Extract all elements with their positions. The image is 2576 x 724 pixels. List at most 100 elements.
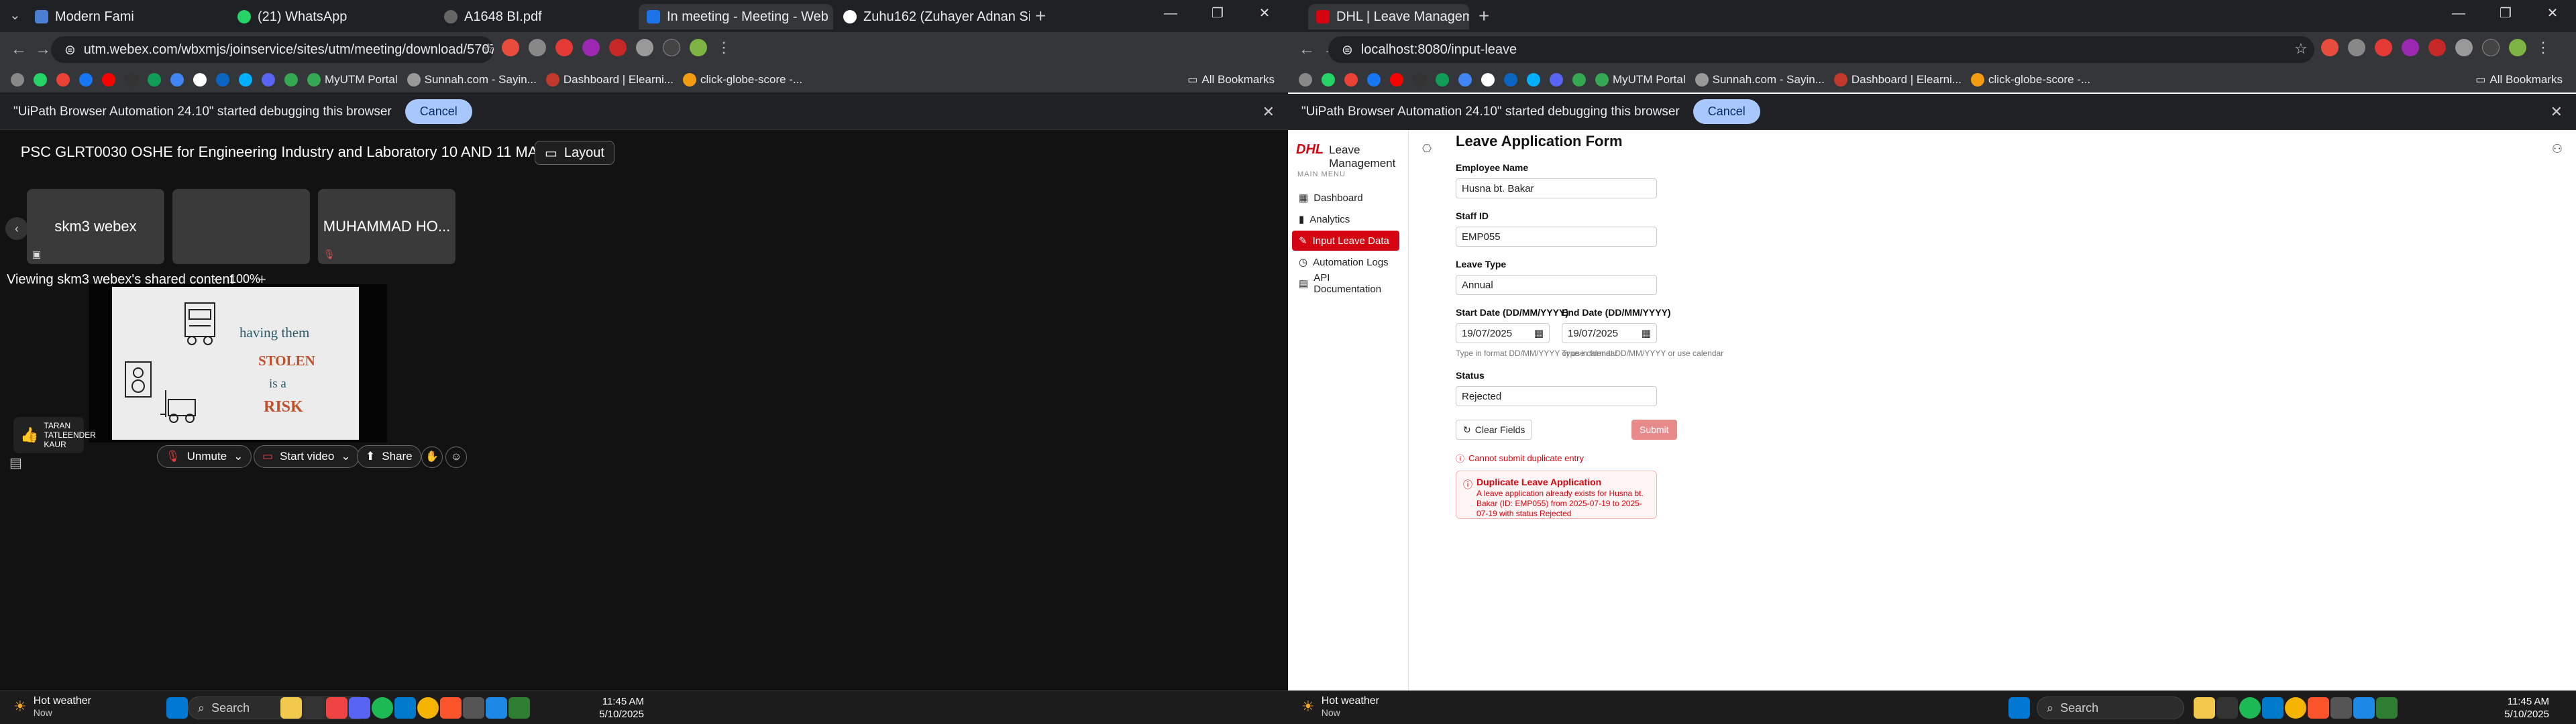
cancel-debug-button[interactable]: Cancel [405, 99, 472, 124]
forward-icon[interactable]: → [35, 40, 51, 59]
messenger-icon[interactable] [1527, 73, 1540, 86]
discord-icon[interactable] [262, 73, 275, 86]
tab-whatsapp[interactable]: (21) WhatsApp [229, 4, 431, 29]
calendar-icon[interactable]: ▦ [1534, 327, 1544, 339]
menu-icon[interactable]: ⋮ [716, 39, 731, 56]
app-icon[interactable] [463, 697, 484, 719]
bookmark-icon[interactable] [125, 73, 138, 86]
app-icon[interactable] [508, 697, 530, 719]
tab-dhl-leave[interactable]: DHL | Leave Management Syst✕ [1308, 4, 1469, 29]
bookmark-icon[interactable] [1436, 73, 1449, 86]
windows-start-icon[interactable] [166, 697, 188, 719]
site-info-icon[interactable]: ⊜ [1342, 42, 1353, 58]
bookmark-sunnah[interactable]: Sunnah.com - Sayin... [407, 73, 537, 86]
prev-tiles-button[interactable]: ‹ [5, 217, 28, 240]
leave-type-select[interactable]: Annual [1456, 275, 1657, 295]
extension-icon[interactable] [529, 39, 546, 56]
linkedin-icon[interactable] [1504, 73, 1517, 86]
spotify-icon[interactable] [2239, 697, 2261, 719]
messenger-icon[interactable] [239, 73, 252, 86]
uipath-icon[interactable] [486, 697, 507, 719]
youtube-icon[interactable] [102, 73, 115, 86]
github-icon[interactable] [193, 73, 207, 86]
bookmark-click-globe[interactable]: click-globe-score -... [1971, 73, 2090, 86]
back-icon[interactable]: ← [11, 40, 27, 59]
tab-webex-meeting[interactable]: In meeting - Meeting - Web◉✕ [639, 4, 833, 29]
back-icon[interactable]: ← [1299, 40, 1315, 59]
start-video-button[interactable]: ▭ Start video ⌄ [254, 445, 360, 468]
github-icon[interactable] [1481, 73, 1495, 86]
all-bookmarks[interactable]: ▭ All Bookmarks [1187, 73, 1275, 86]
bookmark-elearning[interactable]: Dashboard | Elearni... [545, 73, 674, 86]
window-close-button[interactable]: ✕ [2529, 0, 2576, 27]
bookmark-click-globe[interactable]: click-globe-score -... [683, 73, 802, 86]
share-button[interactable]: ⬆ Share [357, 445, 421, 468]
participant-tile[interactable] [172, 189, 310, 264]
whatsapp-icon[interactable] [34, 73, 47, 86]
github-icon[interactable]: ⎔ [1422, 142, 1432, 156]
extension-icon[interactable] [2428, 39, 2446, 56]
profile-avatar[interactable] [2509, 39, 2526, 56]
taskbar-clock[interactable]: 11:45 AM 5/10/2025 [2504, 695, 2549, 721]
menu-icon[interactable]: ⋮ [2536, 39, 2551, 56]
extension-icon[interactable] [2402, 39, 2419, 56]
unmute-button[interactable]: 🎙 Unmute ⌄ [157, 445, 252, 468]
vscode-icon[interactable] [2262, 697, 2284, 719]
close-icon[interactable]: ✕ [2551, 103, 2563, 121]
minimize-button[interactable]: — [1147, 0, 1194, 27]
staff-id-field[interactable]: EMP055 [1456, 227, 1657, 247]
maximize-button[interactable]: ❐ [2482, 0, 2529, 27]
extension-icon[interactable] [609, 39, 627, 56]
close-icon[interactable]: ✕ [1263, 103, 1275, 121]
app-icon[interactable] [2376, 697, 2398, 719]
uipath-icon[interactable] [2353, 697, 2375, 719]
puzzle-icon[interactable] [636, 39, 653, 56]
bookmark-elearning[interactable]: Dashboard | Elearni... [1833, 73, 1962, 86]
file-explorer-icon[interactable] [2194, 697, 2215, 719]
weather-widget[interactable]: ☀ Hot weather Now [1301, 695, 1379, 718]
apps-icon[interactable] [11, 73, 24, 86]
vscode-icon[interactable] [394, 697, 416, 719]
extension-icon[interactable] [2321, 39, 2339, 56]
site-info-icon[interactable]: ⊜ [64, 42, 76, 58]
status-select[interactable]: Rejected [1456, 386, 1657, 406]
bookmark-icon[interactable] [284, 73, 298, 86]
youtube-icon[interactable] [1390, 73, 1403, 86]
extension-icon[interactable] [582, 39, 600, 56]
adblock-icon[interactable] [555, 39, 573, 56]
sidepanel-icon[interactable] [2482, 39, 2500, 56]
captions-icon[interactable]: ▤ [9, 455, 22, 471]
whatsapp-icon[interactable] [1322, 73, 1335, 86]
layout-button[interactable]: ▭ Layout [535, 141, 614, 165]
clear-fields-button[interactable]: ↻ Clear Fields [1456, 420, 1533, 440]
bookmark-myutm[interactable]: MyUTM Portal [307, 73, 398, 86]
sidepanel-icon[interactable] [663, 39, 680, 56]
submit-button[interactable]: Submit [1631, 420, 1677, 440]
sidebar-item-api-docs[interactable]: ▤ API Documentation [1292, 272, 1399, 295]
linkedin-icon[interactable] [216, 73, 229, 86]
app-icon[interactable] [2330, 697, 2352, 719]
discord-icon[interactable] [349, 697, 370, 719]
maximize-button[interactable]: ❐ [1194, 0, 1241, 27]
reactions-button[interactable]: ☺ [445, 446, 467, 468]
facebook-icon[interactable] [79, 73, 93, 86]
employee-name-field[interactable]: Husna bt. Bakar [1456, 178, 1657, 198]
taskbar-search[interactable]: ⌕ Search [2037, 697, 2184, 719]
bookmark-icon[interactable] [148, 73, 161, 86]
chrome-icon[interactable] [2285, 697, 2306, 719]
bookmark-icon[interactable] [170, 73, 184, 86]
brave-icon[interactable] [440, 697, 462, 719]
weather-widget[interactable]: ☀ Hot weather Now [13, 695, 91, 718]
profile-avatar[interactable] [690, 39, 707, 56]
sidebar-item-analytics[interactable]: ▮ Analytics [1292, 209, 1399, 229]
bookmark-star-icon[interactable]: ☆ [2294, 40, 2308, 58]
windows-start-icon[interactable] [2008, 697, 2030, 719]
raise-hand-button[interactable]: ✋ [421, 446, 443, 468]
participant-tile[interactable]: MUHAMMAD HO... 🎙 [318, 189, 455, 264]
puzzle-icon[interactable] [2455, 39, 2473, 56]
bookmark-star-icon[interactable]: ☆ [482, 40, 495, 58]
window-close-button[interactable]: ✕ [1241, 0, 1288, 27]
sidebar-item-automation-logs[interactable]: ◷ Automation Logs [1292, 252, 1399, 272]
discord-icon[interactable] [1550, 73, 1563, 86]
tab-search-icon[interactable]: ⌄ [9, 7, 21, 23]
